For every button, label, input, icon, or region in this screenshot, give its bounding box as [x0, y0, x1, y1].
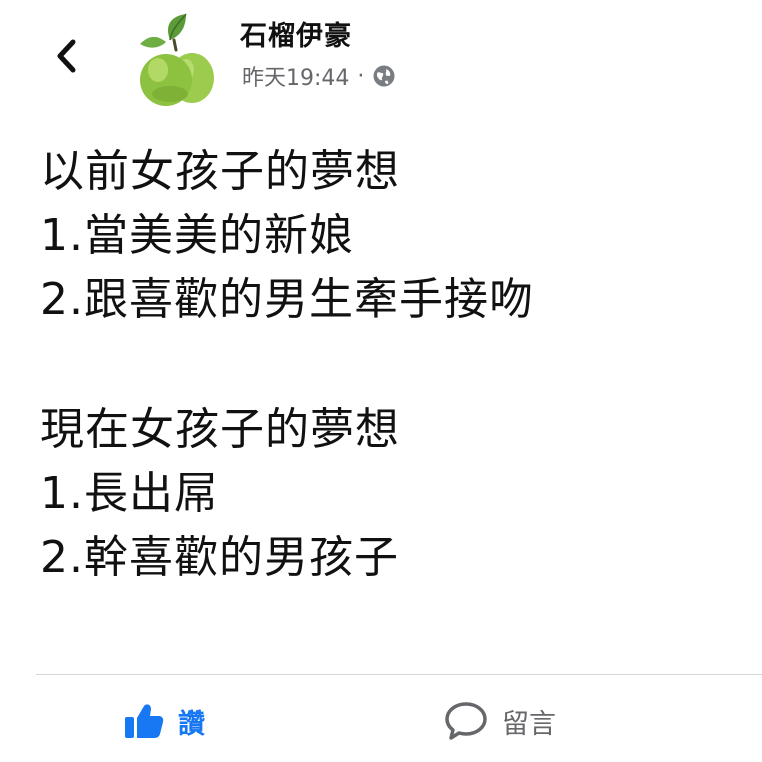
- post-meta: 昨天19:44 ·: [242, 60, 396, 92]
- post-line: 1.當美美的新娘: [40, 210, 354, 261]
- post-line: 2.幹喜歡的男孩子: [40, 532, 399, 583]
- post-line: 1.長出屌: [40, 468, 219, 519]
- guava-fruit-icon: [140, 13, 214, 106]
- post-line: 2.跟喜歡的男生牽手接吻: [40, 274, 534, 325]
- comment-button[interactable]: 留言: [444, 694, 556, 748]
- comment-bubble-icon: [445, 702, 487, 740]
- like-button[interactable]: 讚: [124, 694, 205, 748]
- action-divider: [36, 674, 762, 675]
- thumbs-up-icon: [125, 704, 164, 738]
- post-line: 現在女孩子的夢想: [40, 404, 400, 455]
- chevron-left-icon: [57, 39, 76, 73]
- post-body: 以前女孩子的夢想 1.當美美的新娘 2.跟喜歡的男生牽手接吻 現在女孩子的夢想 …: [40, 140, 740, 590]
- post-line: 以前女孩子的夢想: [40, 146, 400, 197]
- avatar[interactable]: [130, 10, 220, 108]
- author-name[interactable]: 石榴伊豪: [240, 14, 352, 53]
- meta-separator: ·: [357, 63, 365, 89]
- post-header: 石榴伊豪 昨天19:44 ·: [0, 0, 762, 118]
- like-label: 讚: [178, 708, 205, 740]
- post-timestamp[interactable]: 昨天19:44: [242, 60, 349, 92]
- back-button[interactable]: [46, 34, 86, 78]
- comment-label: 留言: [502, 708, 556, 740]
- globe-icon[interactable]: [372, 64, 396, 88]
